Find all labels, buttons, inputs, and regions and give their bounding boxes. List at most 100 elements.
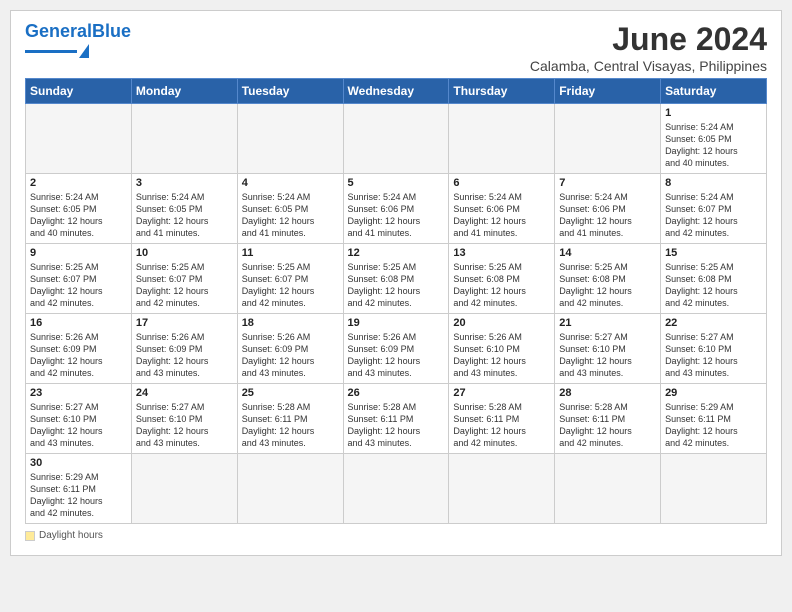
calendar-cell: 16 Sunrise: 5:26 AM Sunset: 6:09 PM Dayli… — [26, 314, 132, 384]
day-number: 12 — [348, 247, 445, 259]
calendar-week-row: 16 Sunrise: 5:26 AM Sunset: 6:09 PM Dayli… — [26, 314, 767, 384]
day-number: 27 — [453, 387, 550, 399]
day-number: 19 — [348, 317, 445, 329]
calendar-cell: 24 Sunrise: 5:27 AM Sunset: 6:10 PM Dayli… — [131, 384, 237, 454]
day-number: 14 — [559, 247, 656, 259]
day-info: Sunrise: 5:24 AM Sunset: 6:06 PM Dayligh… — [348, 191, 445, 240]
col-header-monday: Monday — [131, 79, 237, 104]
calendar-cell — [661, 454, 767, 524]
day-number: 26 — [348, 387, 445, 399]
day-number: 17 — [136, 317, 233, 329]
day-info: Sunrise: 5:27 AM Sunset: 6:10 PM Dayligh… — [136, 401, 233, 450]
calendar-cell — [555, 104, 661, 174]
logo-blue: Blue — [92, 21, 131, 41]
calendar-cell — [131, 104, 237, 174]
calendar-cell: 30Sunrise: 5:29 AM Sunset: 6:11 PM Dayli… — [26, 454, 132, 524]
day-info: Sunrise: 5:24 AM Sunset: 6:06 PM Dayligh… — [453, 191, 550, 240]
calendar-cell: 10 Sunrise: 5:25 AM Sunset: 6:07 PM Dayli… — [131, 244, 237, 314]
day-number: 25 — [242, 387, 339, 399]
calendar-cell — [237, 104, 343, 174]
day-info: Sunrise: 5:25 AM Sunset: 6:08 PM Dayligh… — [559, 261, 656, 310]
calendar-cell: 4Sunrise: 5:24 AM Sunset: 6:05 PM Daylig… — [237, 174, 343, 244]
daylight-legend: Daylight hours — [25, 530, 103, 541]
day-info: Sunrise: 5:25 AM Sunset: 6:07 PM Dayligh… — [30, 261, 127, 310]
day-info: Sunrise: 5:28 AM Sunset: 6:11 PM Dayligh… — [242, 401, 339, 450]
day-number: 10 — [136, 247, 233, 259]
calendar-cell: 21Sunrise: 5:27 AM Sunset: 6:10 PM Dayli… — [555, 314, 661, 384]
logo-bar — [25, 50, 77, 53]
calendar-week-row: 23Sunrise: 5:27 AM Sunset: 6:10 PM Dayli… — [26, 384, 767, 454]
day-info: Sunrise: 5:27 AM Sunset: 6:10 PM Dayligh… — [559, 331, 656, 380]
calendar-cell — [26, 104, 132, 174]
calendar-cell: 12Sunrise: 5:25 AM Sunset: 6:08 PM Dayli… — [343, 244, 449, 314]
day-info: Sunrise: 5:28 AM Sunset: 6:11 PM Dayligh… — [453, 401, 550, 450]
day-number: 18 — [242, 317, 339, 329]
calendar-cell: 28Sunrise: 5:28 AM Sunset: 6:11 PM Dayli… — [555, 384, 661, 454]
calendar-header-row: SundayMondayTuesdayWednesdayThursdayFrid… — [26, 79, 767, 104]
day-info: Sunrise: 5:29 AM Sunset: 6:11 PM Dayligh… — [30, 471, 127, 520]
calendar-cell: 11Sunrise: 5:25 AM Sunset: 6:07 PM Dayli… — [237, 244, 343, 314]
calendar-cell: 22Sunrise: 5:27 AM Sunset: 6:10 PM Dayli… — [661, 314, 767, 384]
day-number: 29 — [665, 387, 762, 399]
calendar-week-row: 2 Sunrise: 5:24 AM Sunset: 6:05 PM Daylig… — [26, 174, 767, 244]
day-info: Sunrise: 5:24 AM Sunset: 6:05 PM Dayligh… — [30, 191, 127, 240]
calendar-cell: 19 Sunrise: 5:26 AM Sunset: 6:09 PM Dayli… — [343, 314, 449, 384]
day-info: Sunrise: 5:26 AM Sunset: 6:09 PM Dayligh… — [348, 331, 445, 380]
day-number: 8 — [665, 177, 762, 189]
day-info: Sunrise: 5:26 AM Sunset: 6:09 PM Dayligh… — [242, 331, 339, 380]
day-number: 15 — [665, 247, 762, 259]
calendar-week-row: 1Sunrise: 5:24 AM Sunset: 6:05 PM Daylig… — [26, 104, 767, 174]
calendar-week-row: 30Sunrise: 5:29 AM Sunset: 6:11 PM Dayli… — [26, 454, 767, 524]
day-number: 22 — [665, 317, 762, 329]
logo: GeneralBlue — [25, 21, 131, 58]
calendar-cell: 25 Sunrise: 5:28 AM Sunset: 6:11 PM Dayli… — [237, 384, 343, 454]
day-info: Sunrise: 5:26 AM Sunset: 6:09 PM Dayligh… — [136, 331, 233, 380]
day-number: 24 — [136, 387, 233, 399]
day-number: 4 — [242, 177, 339, 189]
day-number: 2 — [30, 177, 127, 189]
calendar-cell: 9Sunrise: 5:25 AM Sunset: 6:07 PM Daylig… — [26, 244, 132, 314]
calendar-cell — [343, 104, 449, 174]
day-number: 13 — [453, 247, 550, 259]
calendar-cell: 18 Sunrise: 5:26 AM Sunset: 6:09 PM Dayli… — [237, 314, 343, 384]
col-header-friday: Friday — [555, 79, 661, 104]
day-info: Sunrise: 5:26 AM Sunset: 6:09 PM Dayligh… — [30, 331, 127, 380]
calendar-cell: 2 Sunrise: 5:24 AM Sunset: 6:05 PM Daylig… — [26, 174, 132, 244]
col-header-tuesday: Tuesday — [237, 79, 343, 104]
calendar-week-row: 9Sunrise: 5:25 AM Sunset: 6:07 PM Daylig… — [26, 244, 767, 314]
daylight-label: Daylight hours — [39, 530, 103, 541]
day-number: 6 — [453, 177, 550, 189]
calendar-cell: 20Sunrise: 5:26 AM Sunset: 6:10 PM Dayli… — [449, 314, 555, 384]
day-info: Sunrise: 5:29 AM Sunset: 6:11 PM Dayligh… — [665, 401, 762, 450]
col-header-thursday: Thursday — [449, 79, 555, 104]
calendar-cell — [555, 454, 661, 524]
calendar-cell: 5Sunrise: 5:24 AM Sunset: 6:06 PM Daylig… — [343, 174, 449, 244]
calendar-cell: 17 Sunrise: 5:26 AM Sunset: 6:09 PM Dayli… — [131, 314, 237, 384]
calendar-cell: 1Sunrise: 5:24 AM Sunset: 6:05 PM Daylig… — [661, 104, 767, 174]
day-number: 20 — [453, 317, 550, 329]
day-info: Sunrise: 5:25 AM Sunset: 6:07 PM Dayligh… — [242, 261, 339, 310]
title-block: June 2024 Calamba, Central Visayas, Phil… — [530, 21, 767, 74]
logo-triangle — [79, 44, 89, 58]
day-number: 7 — [559, 177, 656, 189]
calendar-cell: 3Sunrise: 5:24 AM Sunset: 6:05 PM Daylig… — [131, 174, 237, 244]
day-info: Sunrise: 5:28 AM Sunset: 6:11 PM Dayligh… — [348, 401, 445, 450]
calendar-cell: 27 Sunrise: 5:28 AM Sunset: 6:11 PM Dayli… — [449, 384, 555, 454]
calendar-cell — [343, 454, 449, 524]
day-info: Sunrise: 5:24 AM Sunset: 6:05 PM Dayligh… — [136, 191, 233, 240]
calendar-cell — [131, 454, 237, 524]
header: GeneralBlue June 2024 Calamba, Central V… — [25, 21, 767, 74]
calendar-cell: 23Sunrise: 5:27 AM Sunset: 6:10 PM Dayli… — [26, 384, 132, 454]
day-number: 1 — [665, 107, 762, 119]
day-info: Sunrise: 5:28 AM Sunset: 6:11 PM Dayligh… — [559, 401, 656, 450]
footer: Daylight hours — [25, 530, 767, 541]
calendar-container: GeneralBlue June 2024 Calamba, Central V… — [10, 10, 782, 556]
calendar-cell: 26 Sunrise: 5:28 AM Sunset: 6:11 PM Dayli… — [343, 384, 449, 454]
day-number: 16 — [30, 317, 127, 329]
calendar-cell — [449, 104, 555, 174]
subtitle: Calamba, Central Visayas, Philippines — [530, 58, 767, 74]
col-header-sunday: Sunday — [26, 79, 132, 104]
day-info: Sunrise: 5:25 AM Sunset: 6:07 PM Dayligh… — [136, 261, 233, 310]
calendar-cell: 7Sunrise: 5:24 AM Sunset: 6:06 PM Daylig… — [555, 174, 661, 244]
calendar-cell: 13Sunrise: 5:25 AM Sunset: 6:08 PM Dayli… — [449, 244, 555, 314]
